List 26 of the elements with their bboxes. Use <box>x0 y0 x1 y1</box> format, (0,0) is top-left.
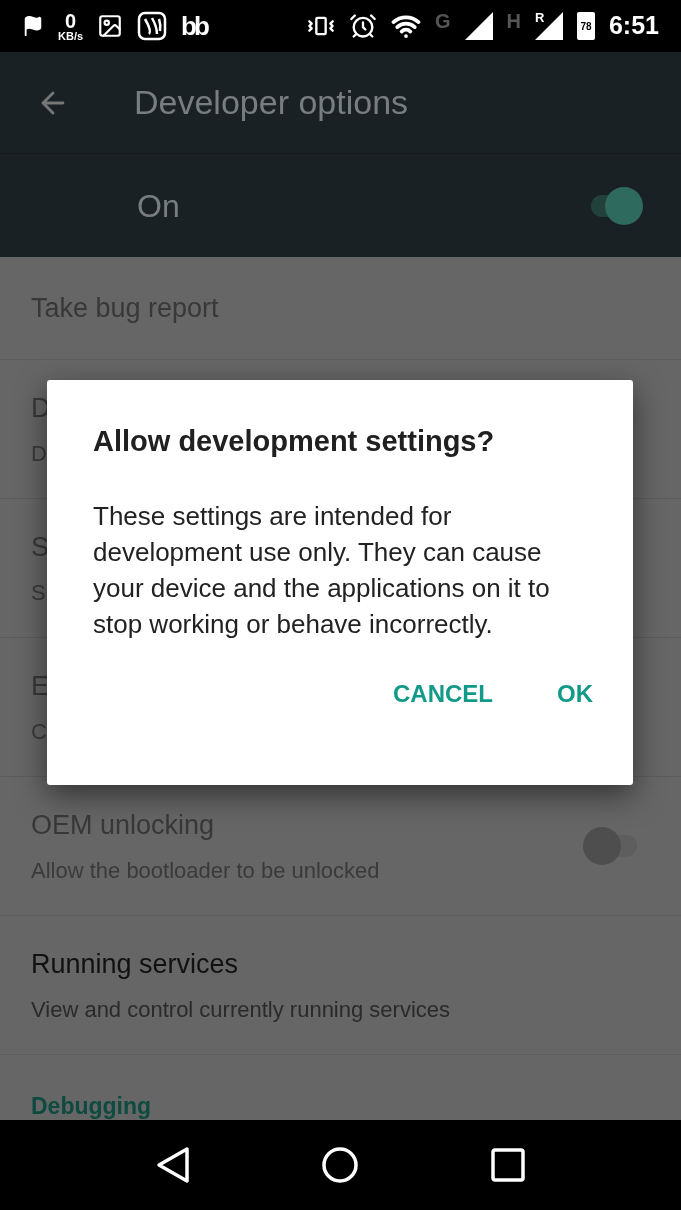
section-header: Debugging <box>31 1093 152 1119</box>
app-logo-icon <box>137 11 168 41</box>
dialog-button[interactable]: OK <box>535 665 615 722</box>
flag-icon <box>22 15 44 37</box>
app-logo: bb <box>181 9 207 43</box>
network-type: G <box>434 9 451 34</box>
clock: 6:51 <box>608 10 659 42</box>
switch-label: On <box>137 186 180 226</box>
battery-indicator: 78 <box>576 12 595 40</box>
signal-icon <box>534 12 563 40</box>
signal-icon <box>464 12 493 40</box>
alarm-icon <box>348 12 377 40</box>
recents-icon[interactable] <box>491 1148 526 1182</box>
dialog-message: These settings are intended for development use only. They can cause your device and the applications on it to stop working or behave incorrectly. <box>93 499 551 641</box>
net-speed: 0 <box>64 10 77 31</box>
toolbar-title: Developer options <box>134 82 409 123</box>
home-icon[interactable] <box>321 1146 360 1184</box>
network-type: H <box>506 9 521 34</box>
dialog-button[interactable]: CANCEL <box>371 665 515 722</box>
setting-summary: View and control currently running services <box>31 995 451 1024</box>
net-unit: KB/s <box>58 30 84 42</box>
roaming-indicator: R <box>534 9 545 27</box>
back-icon[interactable] <box>155 1146 190 1184</box>
image-icon <box>97 13 124 39</box>
setting-title[interactable]: Running services <box>31 944 451 985</box>
dialog-title: Allow development settings? <box>93 424 496 459</box>
